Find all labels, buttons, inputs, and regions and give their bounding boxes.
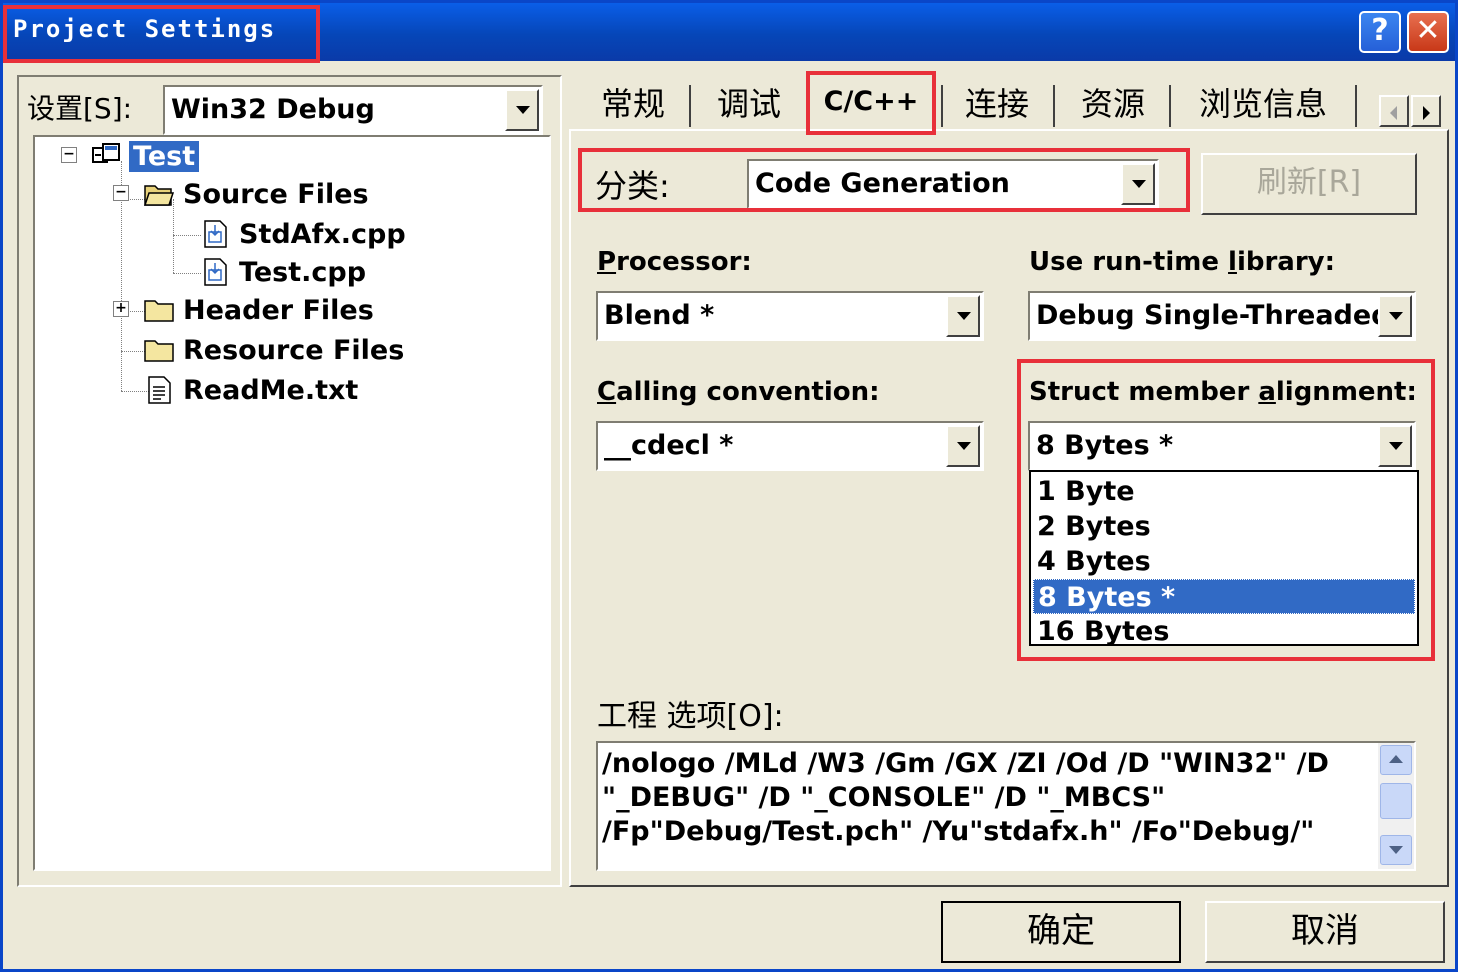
processor-value: Blend * <box>604 300 715 331</box>
close-button[interactable]: ✕ <box>1407 11 1449 53</box>
dialog-title: Project Settings <box>13 15 277 43</box>
tree-item-label: Header Files <box>183 295 374 326</box>
tree-item-label: ReadMe.txt <box>183 375 359 406</box>
category-combo[interactable]: Code Generation <box>747 159 1159 209</box>
tab-debug[interactable]: 调试 <box>697 79 801 133</box>
folder-open-icon <box>143 185 175 206</box>
project-options-label: 工程 选项[O]: <box>597 699 784 734</box>
chevron-down-icon[interactable] <box>1121 163 1155 205</box>
tab-scroll-right-icon[interactable] <box>1411 95 1441 127</box>
chevron-down-icon[interactable] <box>1378 425 1412 467</box>
alignment-dropdown-list[interactable]: 1 Byte 2 Bytes 4 Bytes 8 Bytes * 16 Byte… <box>1029 470 1419 649</box>
project-settings-dialog: Project Settings ? ✕ 设置[S]: Win32 Debug … <box>0 0 1458 972</box>
tab-scroller <box>1379 95 1443 129</box>
runtime-library-label: Use run-time library: <box>1029 247 1336 277</box>
tree-item-label: Test.cpp <box>239 257 367 288</box>
settings-label: 设置[S]: <box>27 92 133 125</box>
scroll-thumb[interactable] <box>1380 783 1412 819</box>
calling-convention-label: Calling convention: <box>597 377 880 407</box>
cpp-file-icon <box>204 258 227 286</box>
options-scrollbar[interactable] <box>1378 743 1414 869</box>
alignment-label: Struct member alignment: <box>1029 377 1417 407</box>
tab-resources[interactable]: 资源 <box>1061 79 1165 133</box>
folder-icon <box>144 340 174 362</box>
title-bar[interactable]: Project Settings ? ✕ <box>3 3 1455 61</box>
processor-label: Processor: <box>597 247 752 277</box>
tab-cpp[interactable]: C/C++ <box>809 77 933 131</box>
tree-item-label: StdAfx.cpp <box>239 219 406 250</box>
tree-item-label: Test <box>129 141 200 172</box>
refresh-button[interactable]: 刷新[R] <box>1201 153 1417 215</box>
alignment-option[interactable]: 4 Bytes <box>1033 544 1415 579</box>
chevron-down-icon[interactable] <box>946 425 980 467</box>
tree-item-label: Resource Files <box>183 335 405 366</box>
runtime-library-value: Debug Single-Threaded <box>1036 300 1391 331</box>
cancel-button[interactable]: 取消 <box>1205 901 1445 963</box>
project-icon <box>92 143 120 163</box>
alignment-value: 8 Bytes * <box>1036 430 1174 461</box>
tree-item-label: Source Files <box>183 179 369 210</box>
collapse-source-icon[interactable]: − <box>113 185 129 201</box>
chevron-down-icon[interactable] <box>505 89 539 131</box>
tab-general[interactable]: 常规 <box>583 79 683 133</box>
folder-icon <box>144 300 174 322</box>
calling-convention-combo[interactable]: __cdecl * <box>596 421 984 471</box>
tab-link[interactable]: 连接 <box>947 79 1047 133</box>
settings-combo[interactable]: Win32 Debug <box>163 85 543 135</box>
text-file-icon <box>148 376 171 404</box>
help-button[interactable]: ? <box>1359 11 1401 53</box>
left-panel: 设置[S]: Win32 Debug − Test − Source Files… <box>17 75 562 887</box>
alignment-option[interactable]: 16 Bytes <box>1033 614 1415 649</box>
category-value: Code Generation <box>755 168 1010 199</box>
category-label: 分类: <box>595 167 670 205</box>
alignment-option[interactable]: 1 Byte <box>1033 474 1415 509</box>
tab-scroll-left-icon[interactable] <box>1379 95 1409 127</box>
processor-combo[interactable]: Blend * <box>596 291 984 341</box>
scroll-up-icon[interactable] <box>1380 745 1412 775</box>
alignment-option-selected[interactable]: 8 Bytes * <box>1033 579 1415 614</box>
tab-browse-info[interactable]: 浏览信息 <box>1177 79 1349 133</box>
project-tree[interactable]: − Test − Source Files StdAfx.cpp Test.cp… <box>33 135 551 871</box>
alignment-option[interactable]: 2 Bytes <box>1033 509 1415 544</box>
alignment-combo[interactable]: 8 Bytes * <box>1028 421 1416 471</box>
project-options-text: /nologo /MLd /W3 /Gm /GX /ZI /Od /D "WIN… <box>602 748 1329 847</box>
runtime-library-combo[interactable]: Debug Single-Threaded <box>1028 291 1416 341</box>
cpp-file-icon <box>204 220 227 248</box>
collapse-root-icon[interactable]: − <box>61 147 77 163</box>
expand-header-icon[interactable]: + <box>113 301 129 317</box>
settings-value: Win32 Debug <box>171 94 375 125</box>
scroll-down-icon[interactable] <box>1380 835 1412 865</box>
project-options-textarea[interactable]: /nologo /MLd /W3 /Gm /GX /ZI /Od /D "WIN… <box>596 741 1416 871</box>
calling-convention-value: __cdecl * <box>604 430 734 461</box>
chevron-down-icon[interactable] <box>946 295 980 337</box>
chevron-down-icon[interactable] <box>1378 295 1412 337</box>
ok-button[interactable]: 确定 <box>941 901 1181 963</box>
